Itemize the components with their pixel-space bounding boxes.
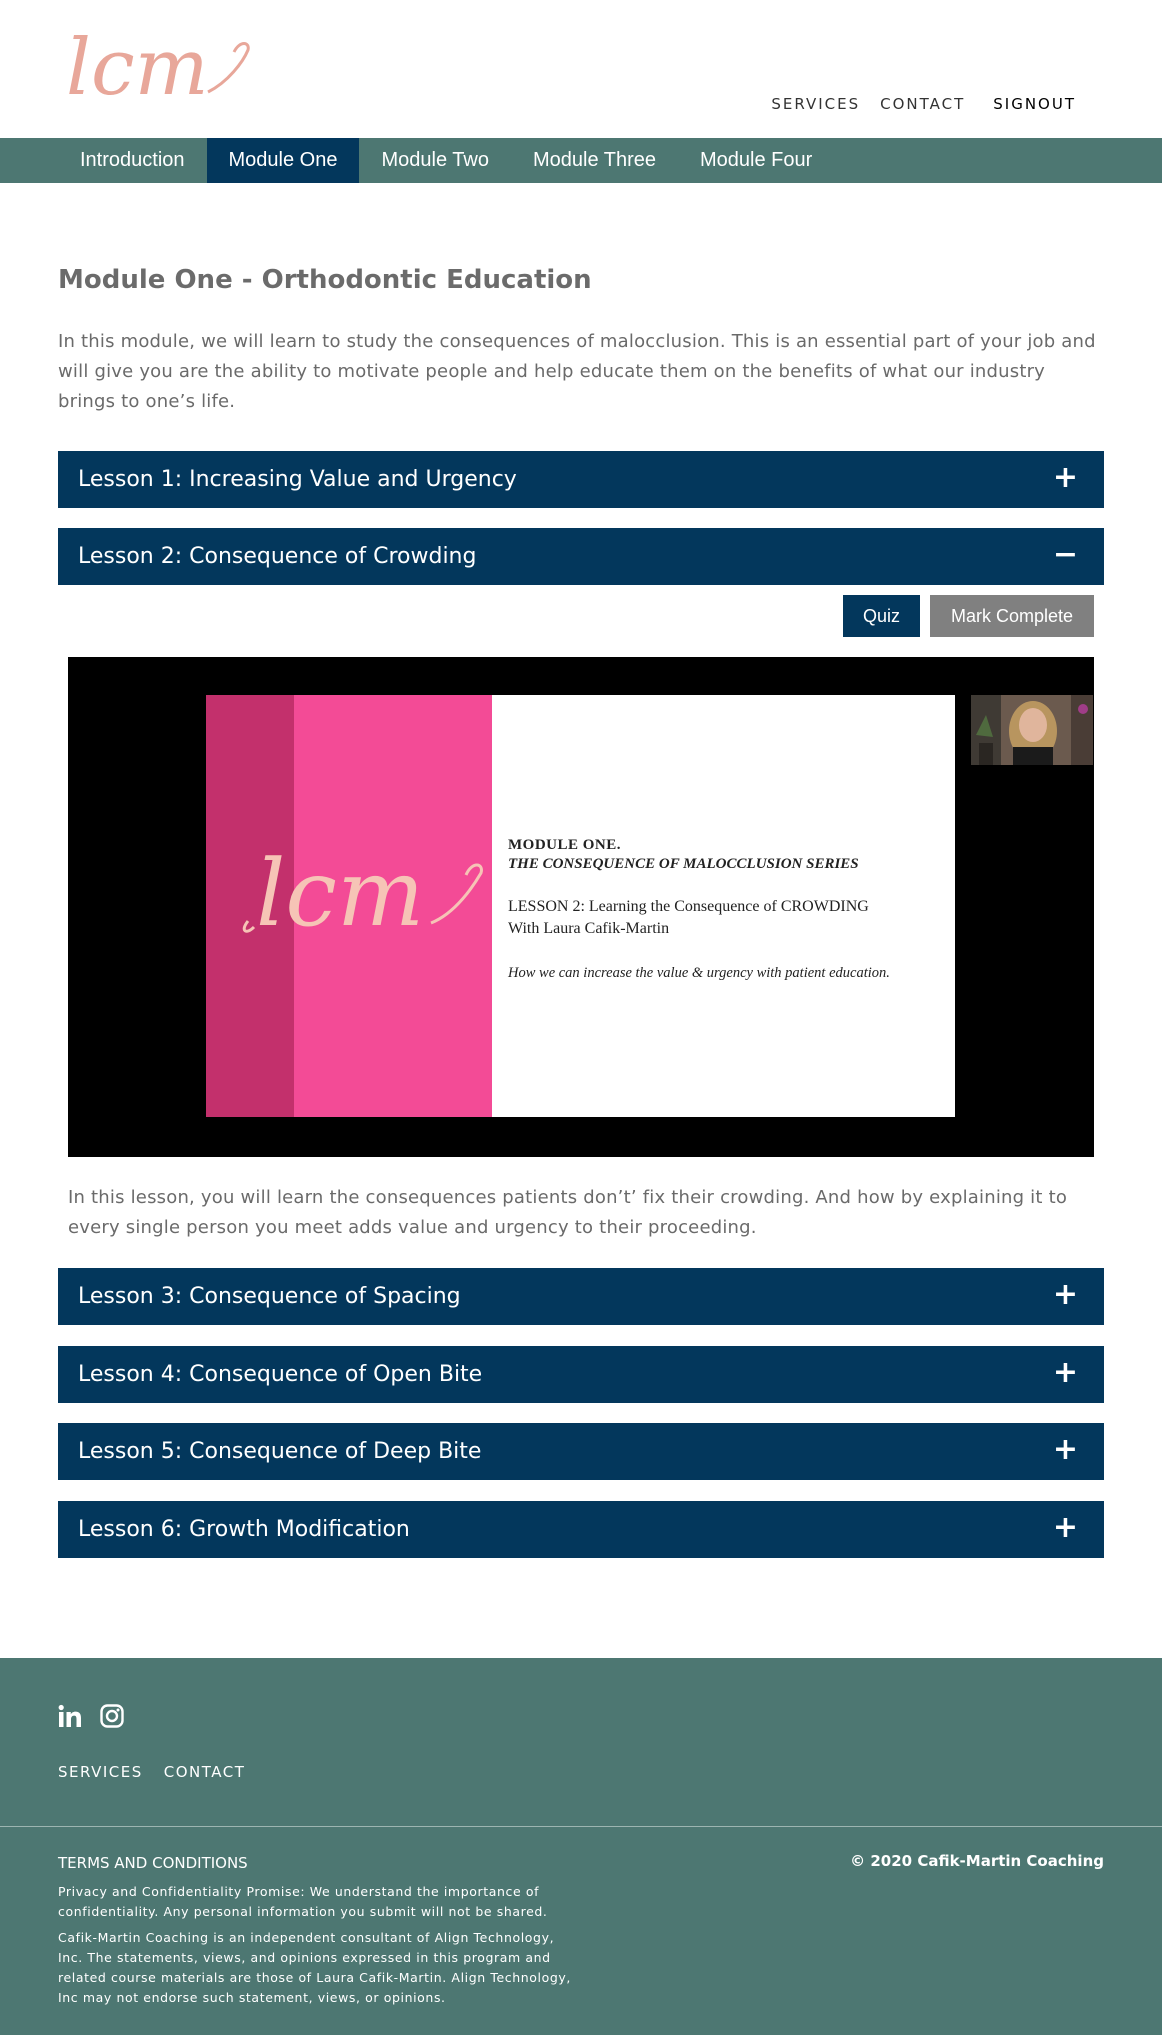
tab-introduction[interactable]: Introduction [58, 138, 207, 183]
minus-icon[interactable]: − [1053, 528, 1078, 582]
tab-module-four[interactable]: Module Four [678, 138, 834, 183]
lesson-1-title: Lesson 1: Increasing Value and Urgency [78, 467, 517, 492]
plus-icon[interactable]: + [1053, 1268, 1078, 1322]
lesson-4-header[interactable]: Lesson 4: Consequence of Open Bite + [58, 1346, 1104, 1403]
lesson-2-header[interactable]: Lesson 2: Consequence of Crowding − [58, 528, 1104, 585]
social-links [58, 1704, 124, 1728]
video-slide: lcm MODULE ONE. THE CONSEQUENCE OF MALOC… [206, 695, 1093, 1117]
plus-icon[interactable]: + [1053, 1346, 1078, 1400]
tab-module-two[interactable]: Module Two [359, 138, 510, 183]
nav-contact-link[interactable]: CONTACT [880, 95, 965, 113]
plus-icon[interactable]: + [1053, 451, 1078, 505]
site-header: lcm SERVICES CONTACT SIGNOUT [0, 0, 1162, 138]
slide-series-heading: THE CONSEQUENCE OF MALOCCLUSION SERIES [508, 856, 859, 872]
lesson-3-title: Lesson 3: Consequence of Spacing [78, 1284, 461, 1309]
top-nav: SERVICES CONTACT SIGNOUT [771, 95, 1076, 113]
footer-nav: SERVICES CONTACT [58, 1763, 245, 1781]
lesson-video-player[interactable]: lcm MODULE ONE. THE CONSEQUENCE OF MALOC… [68, 657, 1094, 1157]
lesson-6-header[interactable]: Lesson 6: Growth Modification + [58, 1501, 1104, 1558]
svg-text:lcm: lcm [256, 840, 424, 947]
mark-complete-button[interactable]: Mark Complete [930, 595, 1094, 637]
lcm-logo[interactable]: lcm [58, 22, 258, 114]
slide-lesson-title: LESSON 2: Learning the Consequence of CR… [508, 898, 869, 915]
quiz-button[interactable]: Quiz [843, 595, 920, 637]
plus-icon[interactable]: + [1053, 1501, 1078, 1555]
tab-module-three[interactable]: Module Three [511, 138, 678, 183]
lesson-4-title: Lesson 4: Consequence of Open Bite [78, 1362, 483, 1387]
lesson-5-header[interactable]: Lesson 5: Consequence of Deep Bite + [58, 1423, 1104, 1480]
lesson-2-description: In this lesson, you will learn the conse… [68, 1187, 1068, 1238]
slide-tagline: How we can increase the value & urgency … [508, 965, 890, 981]
terms-link[interactable]: TERMS AND CONDITIONS [58, 1854, 248, 1872]
footer-divider [0, 1826, 1162, 1827]
copyright-text: © 2020 Cafik-Martin Coaching [850, 1852, 1104, 1870]
instagram-icon[interactable] [100, 1704, 124, 1728]
module-content: Module One - Orthodontic Education In th… [58, 265, 1104, 417]
footer-contact-link[interactable]: CONTACT [164, 1763, 246, 1781]
slide-module-heading: MODULE ONE. [508, 837, 622, 853]
linkedin-icon[interactable] [58, 1704, 82, 1728]
lesson-3-header[interactable]: Lesson 3: Consequence of Spacing + [58, 1268, 1104, 1325]
slide-presenter: With Laura Cafik-Martin [508, 920, 670, 937]
slide-lcm-logo: lcm [242, 840, 483, 947]
nav-services-link[interactable]: SERVICES [771, 95, 860, 113]
presenter-webcam-thumbnail [971, 695, 1093, 765]
tab-module-one[interactable]: Module One [206, 138, 360, 183]
plus-icon[interactable]: + [1053, 1423, 1078, 1477]
module-intro: In this module, we will learn to study t… [58, 331, 1096, 412]
privacy-promise: Privacy and Confidentiality Promise: We … [58, 1884, 548, 1919]
module-tabs: Introduction Module One Module Two Modul… [0, 138, 1162, 183]
site-footer: SERVICES CONTACT TERMS AND CONDITIONS © … [0, 1658, 1162, 2035]
page-title: Module One - Orthodontic Education [58, 265, 592, 295]
lesson-6-title: Lesson 6: Growth Modification [78, 1517, 410, 1542]
footer-services-link[interactable]: SERVICES [58, 1763, 143, 1781]
lesson-1-header[interactable]: Lesson 1: Increasing Value and Urgency + [58, 451, 1104, 508]
signout-link[interactable]: SIGNOUT [993, 95, 1076, 113]
align-disclaimer: Cafik-Martin Coaching is an independent … [58, 1930, 571, 2005]
lesson-2-title: Lesson 2: Consequence of Crowding [78, 544, 477, 569]
svg-text:lcm: lcm [66, 23, 209, 113]
lesson-5-title: Lesson 5: Consequence of Deep Bite [78, 1439, 482, 1464]
